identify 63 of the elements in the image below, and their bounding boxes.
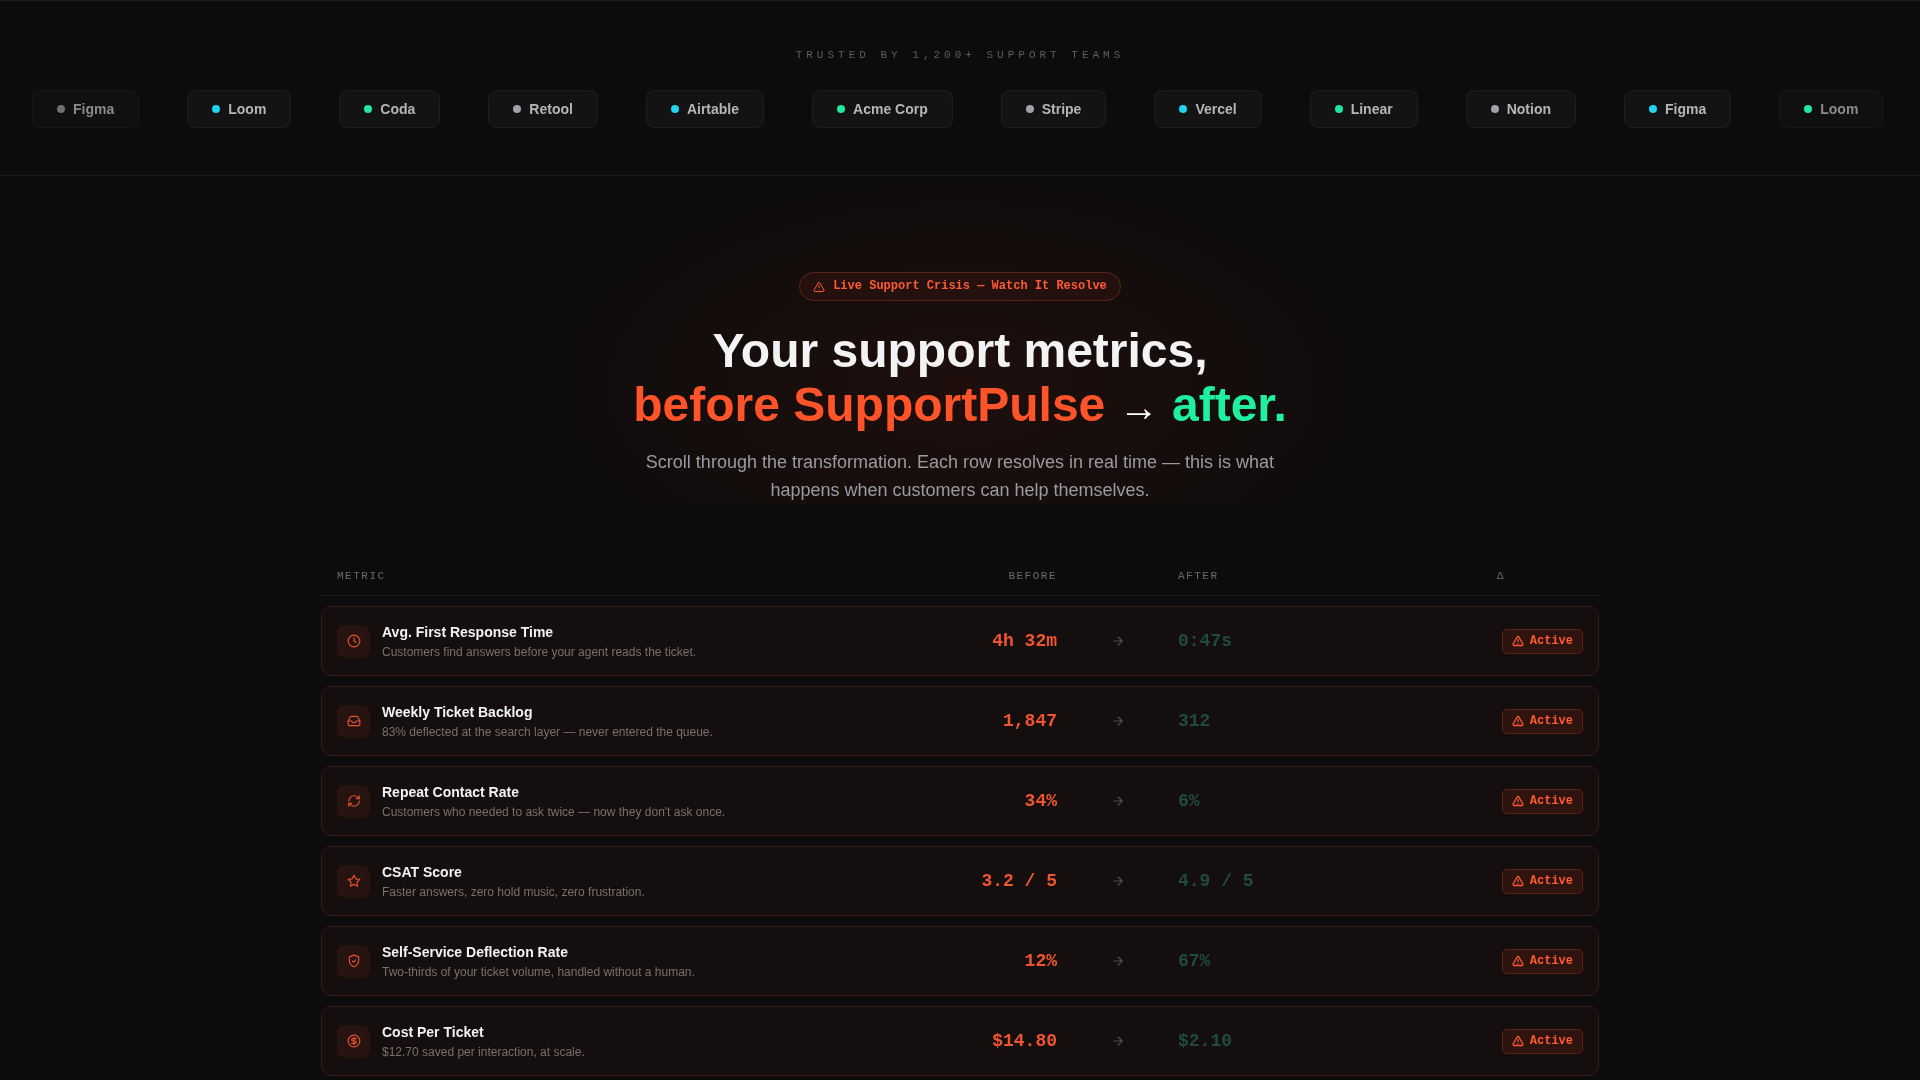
after-value: 4.9 / 5	[1178, 870, 1254, 892]
warning-icon	[1511, 635, 1524, 647]
status-text: Active	[1529, 713, 1573, 729]
column-header: AFTER	[1178, 569, 1219, 584]
logo-name: Vercel	[1195, 100, 1237, 118]
after-value: 312	[1178, 710, 1211, 732]
before-value: $14.80	[992, 1030, 1057, 1052]
after-value: 0:47s	[1178, 630, 1232, 652]
before-value: 1,847	[1003, 710, 1057, 732]
status-text: Active	[1529, 793, 1573, 809]
column-header: BEFORE	[1008, 569, 1057, 584]
metric-title: Weekly Ticket Backlog	[382, 702, 534, 722]
before-value: 3.2 / 5	[981, 870, 1057, 892]
logo-name: Loom	[228, 100, 267, 118]
metric-description: Faster answers, zero hold music, zero frustration.	[382, 883, 645, 900]
after-value: 6%	[1178, 790, 1200, 812]
warning-icon	[1511, 875, 1524, 887]
status-text: Active	[1529, 1033, 1573, 1049]
logo-name: Stripe	[1041, 100, 1082, 118]
metric-title: CSAT Score	[382, 862, 463, 882]
metric-title: Repeat Contact Rate	[382, 782, 520, 802]
refresh-icon	[337, 784, 370, 818]
status-text: Active	[1529, 873, 1573, 889]
warning-icon	[813, 280, 826, 293]
logo-name: Figma	[1665, 100, 1707, 118]
logo-name: Loom	[1820, 100, 1859, 118]
status-text: Active	[1529, 953, 1573, 969]
logo-name: Figma	[73, 100, 115, 118]
subtitle: Scroll through the transformation. Each row resolves in real time — this is what happens when customers can help themselves.	[644, 451, 1276, 502]
logo-name: Linear	[1350, 100, 1393, 118]
status-text: Active	[1529, 633, 1573, 649]
after-value: 67%	[1178, 950, 1211, 972]
before-value: 34%	[1024, 790, 1057, 812]
clock-icon	[337, 624, 370, 658]
metric-title: Self-Service Deflection Rate	[382, 942, 569, 962]
metric-title: Cost Per Ticket	[382, 1022, 485, 1042]
warning-icon	[1511, 715, 1524, 727]
logo-name: Coda	[380, 100, 416, 118]
column-header: METRIC	[337, 569, 387, 584]
metric-description: Two-thirds of your ticket volume, handled without a human.	[382, 963, 695, 980]
before-value: 4h 32m	[992, 630, 1057, 652]
before-value: 12%	[1024, 950, 1057, 972]
warning-icon	[1511, 795, 1524, 807]
metric-description: $12.70 saved per interaction, at scale.	[382, 1043, 585, 1060]
metric-description: Customers find answers before your agent reads the ticket.	[382, 643, 697, 660]
warning-icon	[1511, 955, 1524, 967]
arrow-right-icon	[1110, 1034, 1125, 1048]
inbox-icon	[337, 704, 370, 738]
logo-name: Acme Corp	[853, 100, 928, 118]
logo-name: Notion	[1506, 100, 1551, 118]
metric-description: Customers who needed to ask twice — now they don't ask once.	[382, 803, 726, 820]
metric-title: Avg. First Response Time	[382, 622, 555, 642]
section-label: TRUSTED BY 1,200+ SUPPORT TEAMS	[794, 48, 1126, 63]
badge-text: Live Support Crisis — Watch It Resolve	[833, 279, 1107, 294]
warning-icon	[1511, 1035, 1524, 1047]
logo-name: Retool	[529, 100, 573, 118]
shield-check-icon	[337, 944, 370, 978]
logo-name: Airtable	[686, 100, 740, 118]
metric-description: 83% deflected at the search layer — never entered the queue.	[382, 723, 713, 740]
headline: Your support metrics, before SupportPulse → after.	[633, 324, 1287, 433]
after-value: $2.10	[1178, 1030, 1232, 1052]
column-header: Δ	[1497, 569, 1506, 584]
dollar-coin-icon	[337, 1024, 370, 1058]
